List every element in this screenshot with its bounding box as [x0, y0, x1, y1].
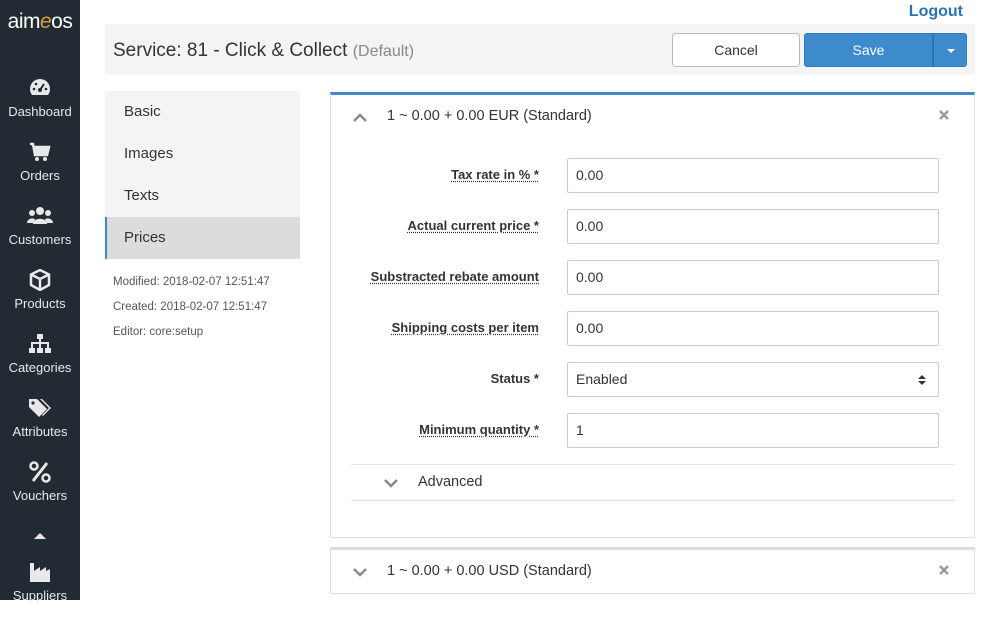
- sidebar-item-label: Products: [14, 296, 66, 311]
- advanced-label: Advanced: [418, 474, 483, 490]
- sidebar-item-label: Vouchers: [12, 488, 68, 503]
- logout-link[interactable]: Logout: [909, 3, 963, 21]
- page-title: Service: 81 - Click & Collect (Default): [113, 40, 415, 61]
- sidebar-item-attributes[interactable]: Attributes: [0, 397, 80, 453]
- default-tag: (Default): [352, 43, 415, 60]
- select-arrows-icon: [918, 375, 926, 385]
- editor-info: Editor: core:setup: [113, 326, 204, 338]
- tab-images[interactable]: Images: [105, 133, 300, 175]
- tax-rate-row: Tax rate in % * 0.00: [331, 158, 976, 193]
- shipping-costs-label: Shipping costs per item: [391, 320, 539, 335]
- chevron-down-icon: [384, 479, 398, 488]
- tax-rate-input[interactable]: 0.00: [567, 158, 939, 193]
- sidebar-item-label: Dashboard: [8, 104, 72, 119]
- price-item-panel: 1 ~ 0.00 + 0.00 USD (Standard): [330, 547, 975, 594]
- tax-rate-label: Tax rate in % *: [451, 167, 539, 182]
- percent-icon: [29, 461, 51, 483]
- min-quantity-input[interactable]: 1: [567, 413, 939, 448]
- factory-icon: [30, 563, 50, 582]
- sidebar-item-categories[interactable]: Categories: [0, 333, 80, 389]
- status-select[interactable]: Enabled: [567, 362, 939, 397]
- tab-basic[interactable]: Basic: [105, 91, 300, 133]
- shipping-costs-row: Shipping costs per item 0.00: [331, 311, 976, 346]
- sidebar-item-label: Suppliers: [12, 588, 68, 603]
- cube-icon: [29, 269, 51, 291]
- sidebar-item-vouchers[interactable]: Vouchers: [0, 461, 80, 517]
- sidebar-item-customers[interactable]: Customers: [0, 205, 80, 261]
- sidebar-item-products[interactable]: Products: [0, 269, 80, 325]
- dashboard-icon: [30, 79, 50, 95]
- page-header: Service: 81 - Click & Collect (Default) …: [105, 24, 975, 75]
- current-price-row: Actual current price * 0.00: [331, 209, 976, 244]
- sidebar-item-dashboard[interactable]: Dashboard: [0, 77, 80, 133]
- close-icon[interactable]: [939, 565, 949, 575]
- tags-icon: [29, 399, 51, 417]
- current-price-input[interactable]: 0.00: [567, 209, 939, 244]
- tab-prices[interactable]: Prices: [105, 217, 300, 259]
- save-button[interactable]: Save: [804, 33, 933, 67]
- price-item-title[interactable]: 1 ~ 0.00 + 0.00 USD (Standard): [387, 563, 592, 579]
- min-quantity-row: Minimum quantity * 1: [331, 413, 976, 448]
- rebate-input[interactable]: 0.00: [567, 260, 939, 295]
- current-price-label: Actual current price *: [407, 218, 540, 233]
- chevron-up-icon[interactable]: [353, 113, 367, 122]
- price-item-title[interactable]: 1 ~ 0.00 + 0.00 EUR (Standard): [387, 108, 592, 124]
- status-row: Status * Enabled: [331, 362, 976, 397]
- aimeos-logo[interactable]: aimeos: [0, 10, 80, 34]
- min-quantity-label: Minimum quantity *: [419, 422, 539, 437]
- users-icon: [27, 207, 53, 224]
- save-options-dropdown[interactable]: [933, 33, 967, 67]
- status-selected-value: Enabled: [576, 371, 628, 387]
- status-label: Status *: [490, 371, 539, 386]
- cart-icon: [30, 142, 51, 161]
- rebate-label: Substracted rebate amount: [370, 269, 539, 284]
- sidebar: aimeos Dashboard Orders Customers Produc…: [0, 0, 80, 603]
- modified-date: Modified: 2018-02-07 12:51:47: [113, 276, 270, 288]
- item-tabs: Basic Images Texts Prices: [105, 91, 300, 259]
- sidebar-item-suppliers[interactable]: Suppliers: [0, 561, 80, 617]
- sidebar-item-label: Customers: [8, 232, 72, 247]
- sidebar-item-label: Categories: [8, 360, 72, 375]
- tab-texts[interactable]: Texts: [105, 175, 300, 217]
- chevron-down-icon[interactable]: [353, 568, 367, 577]
- sitemap-icon: [29, 334, 51, 353]
- created-date: Created: 2018-02-07 12:51:47: [113, 301, 268, 313]
- sidebar-item-label: Attributes: [12, 424, 68, 439]
- advanced-section-toggle[interactable]: Advanced: [351, 464, 955, 501]
- cancel-button[interactable]: Cancel: [672, 33, 800, 67]
- sidebar-item-label: Orders: [20, 168, 60, 183]
- sidebar-item-orders[interactable]: Orders: [0, 141, 80, 197]
- close-icon[interactable]: [939, 110, 949, 120]
- scroll-up-arrow-icon[interactable]: [33, 532, 47, 540]
- rebate-row: Substracted rebate amount 0.00: [331, 260, 976, 295]
- caret-down-icon: [947, 49, 955, 53]
- price-item-panel: 1 ~ 0.00 + 0.00 EUR (Standard) Tax rate …: [330, 92, 975, 538]
- shipping-costs-input[interactable]: 0.00: [567, 311, 939, 346]
